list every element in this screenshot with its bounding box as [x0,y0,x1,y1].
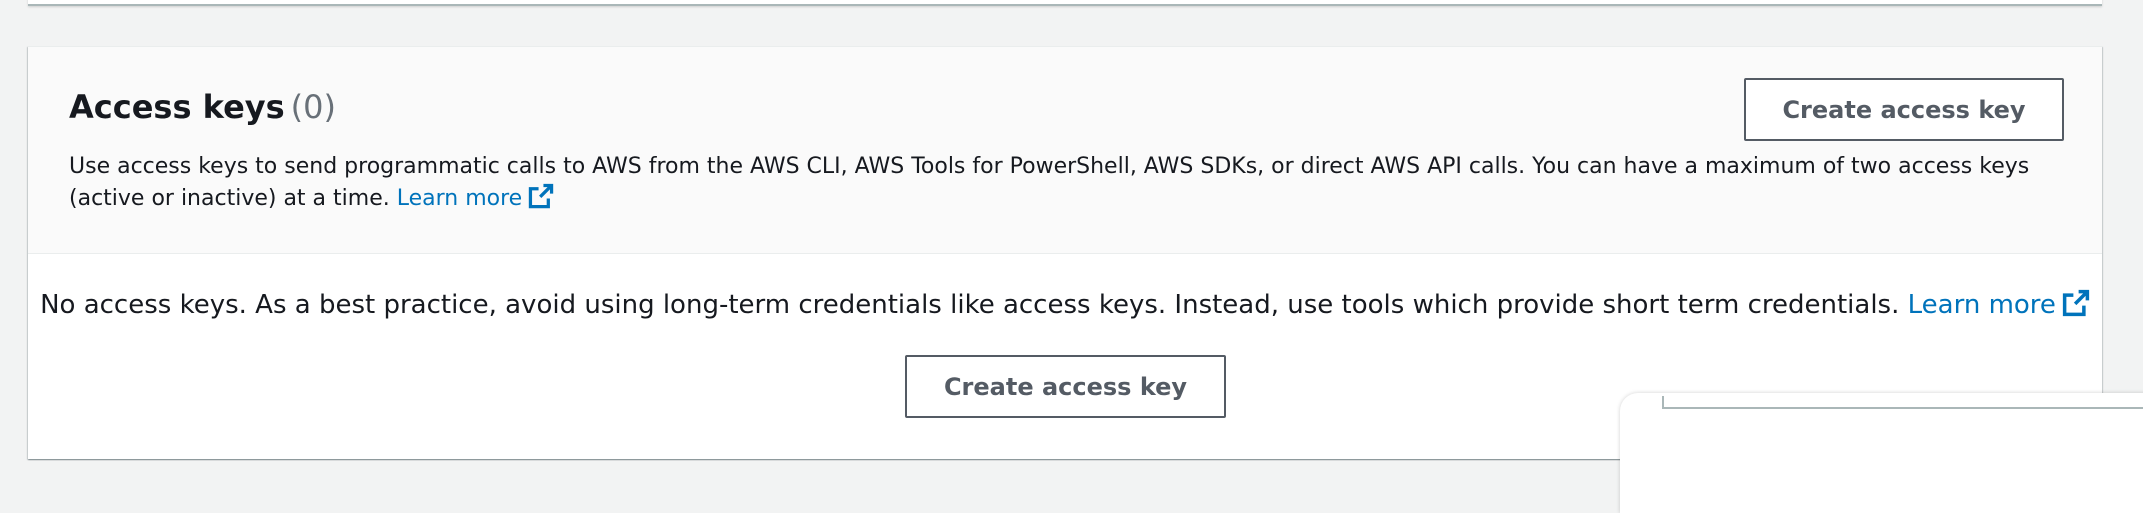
learn-more-label: Learn more [396,186,523,211]
learn-more-label: Learn more [1907,290,2056,320]
access-keys-description: Use access keys to send programmatic cal… [69,154,2030,211]
learn-more-link-header[interactable]: Learn more [396,183,554,211]
access-keys-title: Access keys [69,88,285,126]
previous-panel-edge [28,0,2102,6]
overlay-panel-edge [1662,396,2143,409]
empty-state-text: No access keys. As a best practice, avoi… [40,290,1900,320]
learn-more-link-empty[interactable]: Learn more [1907,289,2090,320]
create-access-key-button-empty[interactable]: Create access key [905,355,1226,418]
create-access-key-label: Create access key [1782,95,2026,124]
create-access-key-label: Create access key [943,372,1188,401]
external-link-icon [2062,289,2090,317]
external-link-icon [529,183,554,209]
access-keys-count: (0) [290,88,336,126]
access-keys-header: Access keys (0) Create access key Use acc… [28,47,2102,254]
overlay-panel [1620,393,2143,513]
access-keys-heading: Access keys (0) [69,87,336,127]
create-access-key-button-header[interactable]: Create access key [1744,78,2064,141]
empty-state-message: No access keys. As a best practice, avoi… [28,287,2102,323]
access-keys-description-block: Use access keys to send programmatic cal… [69,151,2059,215]
